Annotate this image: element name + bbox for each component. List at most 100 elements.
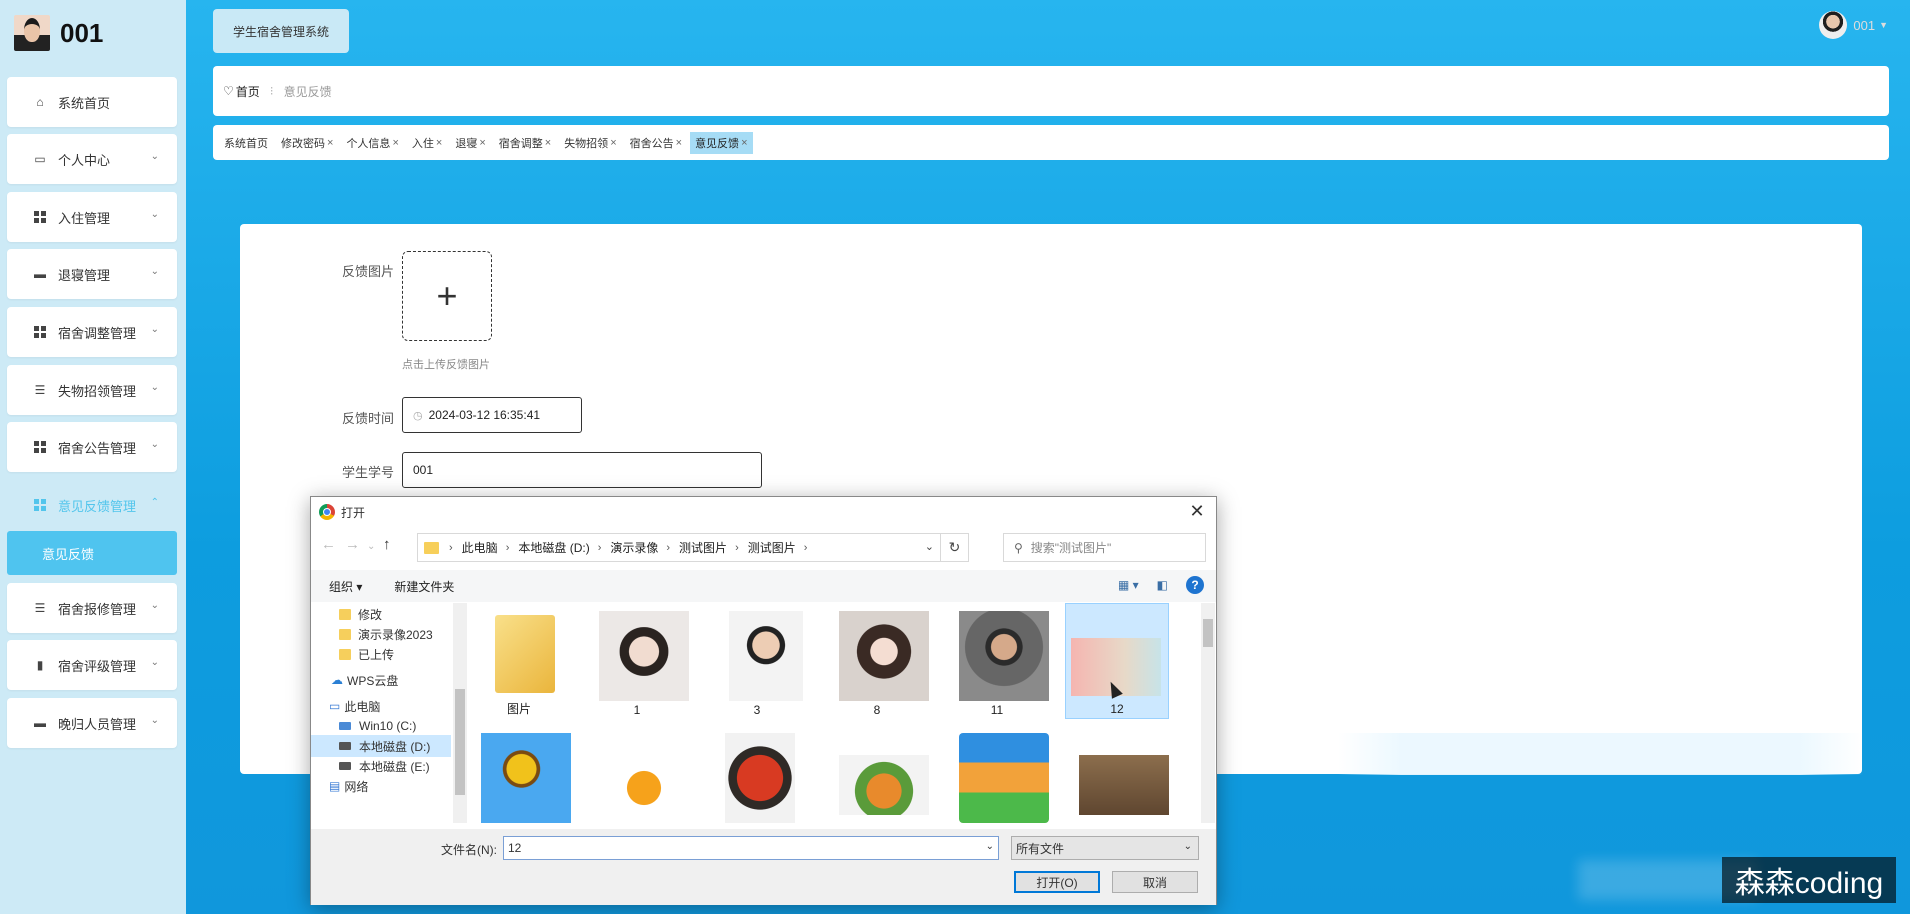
tab-checkout[interactable]: 退寝 × bbox=[450, 132, 490, 154]
sidebar-subitem-label: 意见反馈 bbox=[42, 546, 95, 562]
tree-item[interactable]: 演示录像2023 bbox=[311, 623, 451, 645]
filename-input[interactable]: 12 ⌄ bbox=[503, 836, 999, 860]
search-input[interactable]: ⚲ 搜索"测试图片" bbox=[1003, 533, 1206, 562]
file-item[interactable] bbox=[825, 725, 929, 823]
tree-item[interactable]: 本地磁盘 (D:) bbox=[311, 735, 451, 757]
tab-checkin[interactable]: 入住 × bbox=[407, 132, 447, 154]
system-title-button[interactable]: 学生宿舍管理系统 bbox=[213, 9, 349, 53]
file-item[interactable]: 1 bbox=[585, 603, 689, 719]
grid-icon bbox=[33, 440, 47, 454]
scroll-thumb[interactable] bbox=[1203, 619, 1213, 647]
file-item[interactable] bbox=[705, 725, 809, 823]
organize-menu[interactable]: 组织 ▾ bbox=[329, 578, 362, 595]
user-menu[interactable]: 001 ▼ bbox=[1819, 11, 1888, 39]
path-crumb[interactable]: 此电脑 bbox=[462, 539, 498, 556]
filetype-select[interactable]: 所有文件 ⌄ bbox=[1011, 836, 1199, 860]
tree-scrollbar[interactable] bbox=[453, 603, 467, 823]
tab-profile[interactable]: 个人信息 × bbox=[341, 132, 403, 154]
file-label: 图片 bbox=[506, 702, 531, 716]
path-crumb[interactable]: 演示录像 bbox=[610, 539, 658, 556]
network-icon: ▤ bbox=[329, 779, 341, 793]
breadcrumb-home[interactable]: ♡ 首页 bbox=[223, 83, 260, 100]
sidebar-item-repair[interactable]: ☰ 宿舍报修管理 ⌄ bbox=[7, 583, 177, 633]
file-label: 1 bbox=[633, 703, 641, 717]
path-crumb[interactable]: 测试图片 bbox=[748, 539, 796, 556]
sidebar-subitem-feedback[interactable]: 意见反馈 bbox=[7, 531, 177, 575]
tree-item[interactable]: ▭ 此电脑 bbox=[311, 695, 451, 717]
file-item[interactable] bbox=[945, 725, 1049, 823]
sidebar-item-late-return[interactable]: ▬ 晚归人员管理 ⌄ bbox=[7, 698, 177, 748]
plus-icon: + bbox=[436, 275, 458, 316]
scroll-thumb[interactable] bbox=[455, 689, 465, 795]
sidebar-item-label: 退寝管理 bbox=[58, 267, 111, 283]
close-icon[interactable]: × bbox=[545, 137, 551, 149]
path-crumb[interactable]: 本地磁盘 (D:) bbox=[518, 539, 589, 556]
tree-item[interactable]: Win10 (C:) bbox=[311, 715, 451, 737]
close-icon[interactable]: × bbox=[676, 137, 682, 149]
refresh-icon[interactable]: ↻ bbox=[940, 534, 968, 561]
files-scrollbar[interactable] bbox=[1201, 603, 1215, 823]
tab-lost-found[interactable]: 失物招领 × bbox=[559, 132, 621, 154]
close-icon[interactable]: × bbox=[741, 137, 747, 149]
tab-home[interactable]: 系统首页 bbox=[219, 132, 273, 154]
view-mode-icon[interactable]: ▦ ▾ bbox=[1118, 578, 1139, 592]
chevron-down-icon: ⌄ bbox=[1183, 841, 1192, 852]
cancel-button[interactable]: 取消 bbox=[1112, 871, 1198, 893]
file-item-selected[interactable]: 12 bbox=[1065, 603, 1169, 719]
file-item[interactable] bbox=[585, 725, 689, 823]
file-item[interactable] bbox=[467, 725, 571, 823]
file-item[interactable] bbox=[1065, 725, 1169, 823]
sidebar-item-rating[interactable]: ▮ 宿舍评级管理 ⌄ bbox=[7, 640, 177, 690]
tab-notice[interactable]: 宿舍公告 × bbox=[625, 132, 687, 154]
back-arrow-icon[interactable]: ← bbox=[321, 536, 336, 553]
tab-password[interactable]: 修改密码 × bbox=[276, 132, 338, 154]
close-icon[interactable]: × bbox=[327, 137, 333, 149]
close-icon[interactable]: × bbox=[479, 137, 485, 149]
chevron-down-icon[interactable]: ⌄ bbox=[986, 841, 994, 852]
path-crumb[interactable]: 测试图片 bbox=[679, 539, 727, 556]
close-icon[interactable]: × bbox=[436, 137, 442, 149]
open-button[interactable]: 打开(O) bbox=[1014, 871, 1100, 893]
sidebar-item-notice[interactable]: 宿舍公告管理 ⌄ bbox=[7, 422, 177, 472]
chevron-down-icon[interactable]: ⌄ bbox=[925, 540, 934, 553]
forward-arrow-icon[interactable]: → bbox=[345, 536, 360, 553]
image-upload-button[interactable]: + bbox=[402, 251, 492, 341]
sidebar-item-home[interactable]: ⌂ 系统首页 bbox=[7, 77, 177, 127]
tab-feedback[interactable]: 意见反馈 × bbox=[690, 131, 753, 154]
file-item[interactable]: 图片 bbox=[467, 603, 571, 719]
sidebar-item-lost-found[interactable]: ☰ 失物招领管理 ⌄ bbox=[7, 365, 177, 415]
close-icon[interactable]: × bbox=[392, 137, 398, 149]
tab-dorm-adjust[interactable]: 宿舍调整 × bbox=[494, 132, 556, 154]
sidebar-item-checkin[interactable]: 入住管理 ⌄ bbox=[7, 192, 177, 242]
sidebar-item-feedback[interactable]: 意见反馈管理 ⌃ bbox=[7, 480, 177, 530]
tree-item[interactable]: ☁ WPS云盘 bbox=[311, 669, 451, 691]
breadcrumb: ♡ 首页 ⁝ 意见反馈 bbox=[213, 66, 1889, 116]
up-arrow-icon[interactable]: ↑ bbox=[383, 536, 391, 553]
feedback-time-input[interactable]: ◷ 2024-03-12 16:35:41 bbox=[402, 397, 582, 433]
tree-item[interactable]: ▤ 网络 bbox=[311, 775, 451, 797]
tree-item[interactable]: 已上传 bbox=[311, 643, 451, 665]
tree-item[interactable]: 本地磁盘 (E:) bbox=[311, 755, 451, 777]
close-icon[interactable]: ✕ bbox=[1186, 501, 1208, 522]
tree-item[interactable]: 修改 bbox=[311, 603, 451, 625]
help-icon[interactable]: ? bbox=[1186, 576, 1204, 594]
chevron-right-icon: › bbox=[597, 541, 602, 554]
student-id-input[interactable]: 001 bbox=[402, 452, 762, 488]
sidebar-item-dorm-adjust[interactable]: 宿舍调整管理 ⌄ bbox=[7, 307, 177, 357]
sidebar-item-personal[interactable]: ▭ 个人中心 ⌄ bbox=[7, 134, 177, 184]
avatar bbox=[1819, 11, 1848, 39]
cloud-icon: ☁ bbox=[331, 673, 343, 687]
sidebar-item-checkout[interactable]: ▬ 退寝管理 ⌄ bbox=[7, 249, 177, 299]
close-icon[interactable]: × bbox=[610, 137, 616, 149]
recent-dropdown-icon[interactable]: ⌄ bbox=[367, 541, 375, 552]
file-item[interactable]: 3 bbox=[705, 603, 809, 719]
file-item[interactable]: 8 bbox=[825, 603, 929, 719]
file-item[interactable]: 11 bbox=[945, 603, 1049, 719]
new-folder-button[interactable]: 新建文件夹 bbox=[394, 578, 454, 595]
card-icon: ▭ bbox=[34, 152, 46, 166]
dialog-footer: 文件名(N): 12 ⌄ 所有文件 ⌄ 打开(O) 取消 bbox=[311, 829, 1216, 905]
preview-pane-icon[interactable]: ◧ bbox=[1157, 578, 1168, 592]
photo-thumbnail bbox=[729, 611, 803, 701]
address-bar[interactable]: › 此电脑 › 本地磁盘 (D:) › 演示录像 › 测试图片 › 测试图片 ›… bbox=[417, 533, 969, 562]
chevron-right-icon: › bbox=[449, 541, 453, 554]
